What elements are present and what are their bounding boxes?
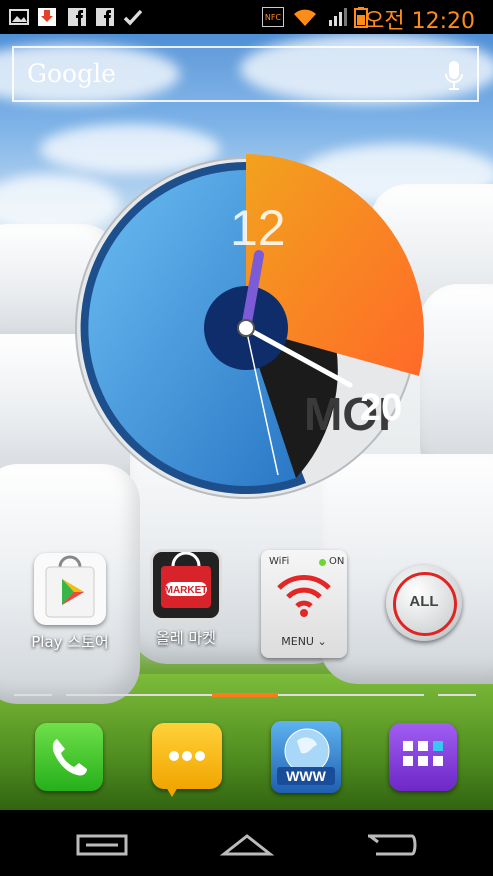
wifi-status-text: ON — [329, 556, 345, 567]
google-logo: Google — [27, 59, 116, 88]
wifi-icon — [294, 9, 316, 26]
phone-icon[interactable] — [35, 723, 103, 791]
app-all[interactable]: ALL — [372, 565, 476, 641]
olleh-market-icon: MARKET — [150, 549, 222, 621]
wifi-status-dot — [319, 559, 326, 566]
gallery-icon — [9, 9, 29, 25]
clock-hour-label: 12 — [230, 200, 286, 256]
home-icon[interactable] — [220, 832, 274, 858]
app-label: Play 스토어 — [31, 633, 109, 651]
microphone-icon[interactable] — [445, 60, 463, 92]
status-bar: NFC 오전 12:20 — [0, 0, 493, 34]
clock-minute-label: 20 — [360, 387, 402, 429]
wifi-toggle-widget[interactable]: WiFi ON MENU ⌄ — [258, 550, 350, 658]
svg-text:WWW: WWW — [286, 768, 326, 784]
wifi-signal-icon — [277, 575, 331, 617]
svg-text:MARKET: MARKET — [165, 585, 208, 596]
wifi-widget-icon: WiFi ON MENU ⌄ — [261, 550, 347, 658]
play-store-icon — [34, 553, 106, 625]
back-icon[interactable] — [366, 832, 418, 858]
page-indicator — [14, 693, 476, 697]
wifi-menu-label[interactable]: MENU ⌄ — [261, 635, 347, 648]
dock: WWW — [0, 718, 493, 802]
facebook-icon — [96, 8, 114, 26]
nfc-icon: NFC — [262, 7, 284, 27]
all-button-icon: ALL — [386, 565, 462, 641]
menu-icon[interactable] — [76, 832, 128, 858]
messages-icon[interactable] — [152, 723, 222, 797]
navigation-bar — [0, 810, 493, 876]
clock-pin — [237, 319, 255, 337]
app-label: 올레 마켓 — [156, 629, 216, 647]
check-icon — [123, 9, 143, 26]
google-search-bar[interactable]: Google — [12, 46, 479, 102]
analog-clock-widget[interactable]: MOI 12 20 — [74, 150, 434, 510]
download-icon — [38, 8, 56, 26]
status-clock: 오전 12:20 — [364, 9, 475, 34]
app-olleh-market[interactable]: MARKET 올레 마켓 — [134, 549, 238, 648]
apps-drawer-icon[interactable] — [389, 723, 457, 791]
wifi-widget-label: WiFi — [269, 556, 290, 567]
facebook-icon — [68, 8, 86, 26]
app-play-store[interactable]: Play 스토어 — [18, 553, 122, 652]
browser-icon[interactable]: WWW — [271, 721, 341, 793]
signal-icon — [329, 8, 347, 26]
